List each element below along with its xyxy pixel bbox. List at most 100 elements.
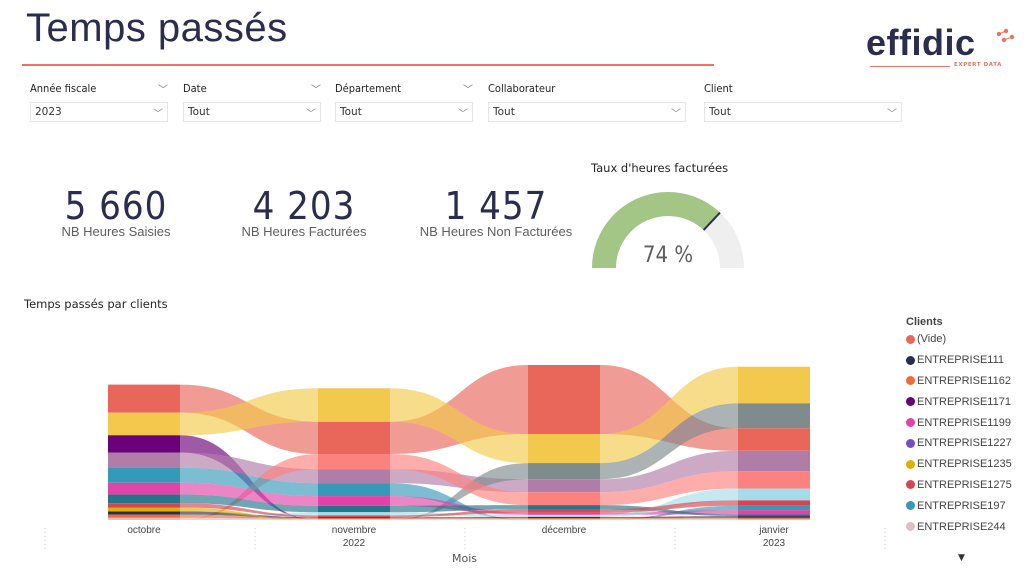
bar-segment[interactable] — [528, 514, 600, 517]
ribbon-1-2[interactable] — [390, 519, 528, 520]
kpi-value: 1 457 — [444, 184, 548, 228]
bar-segment[interactable] — [738, 471, 810, 489]
legend-item[interactable]: ENTREPRISE1275 — [906, 475, 1012, 496]
kpi-value: 5 660 — [64, 184, 168, 228]
bar-segment[interactable] — [528, 516, 600, 519]
bar-segment[interactable] — [738, 505, 810, 511]
bar-segment[interactable] — [318, 496, 390, 506]
legend-label: ENTREPRISE1199 — [917, 416, 1011, 429]
logo-underline — [870, 66, 950, 67]
bar-segment[interactable] — [318, 483, 390, 497]
bar-segment[interactable] — [108, 412, 180, 436]
bar-segment[interactable] — [738, 517, 810, 519]
effidic-logo: effidic EXPERT DATA — [866, 22, 1024, 72]
chevron-down-icon: ﹀ — [458, 108, 468, 120]
chart-legend: Clients (Vide) ENTREPRISE111 ENTREPRISE116… — [906, 316, 1012, 537]
bar-segment[interactable] — [108, 482, 180, 495]
bar-segment[interactable] — [318, 388, 390, 422]
chevron-down-icon[interactable]: ﹀ — [158, 81, 168, 96]
bar-segment[interactable] — [318, 505, 390, 513]
legend-item[interactable]: ENTREPRISE1227 — [906, 433, 1012, 454]
bar-segment[interactable] — [528, 433, 600, 464]
bar-segment[interactable] — [528, 519, 600, 520]
slicer-label: Date — [183, 81, 207, 95]
legend-item[interactable]: ENTREPRISE1171 — [906, 391, 1012, 412]
ribbon-2-3[interactable] — [600, 516, 738, 519]
legend-item[interactable]: ENTREPRISE244 — [906, 516, 1012, 537]
bar-segment[interactable] — [738, 366, 810, 404]
slicer-dropdown[interactable]: Tout ﹀ — [704, 102, 902, 122]
bar-segment[interactable] — [108, 503, 180, 508]
bar-segment[interactable] — [108, 514, 180, 518]
bar-segment[interactable] — [528, 512, 600, 515]
bar-segment[interactable] — [528, 518, 600, 520]
bar-segment[interactable] — [738, 516, 810, 518]
bar-segment[interactable] — [528, 492, 600, 506]
bar-segment[interactable] — [318, 515, 390, 518]
legend-item[interactable]: ENTREPRISE1199 — [906, 412, 1012, 433]
x-tick-year-label: 2023 — [763, 538, 786, 549]
gauge-title: Taux d'heures facturées — [591, 161, 729, 175]
bar-segment[interactable] — [738, 500, 810, 506]
legend-dot-icon — [906, 355, 915, 365]
logo-subtitle: EXPERT DATA — [954, 62, 1003, 68]
title-divider — [22, 64, 714, 66]
slicer-value: Tout — [188, 106, 210, 118]
slicer-value: Tout — [493, 106, 515, 118]
bar-segment[interactable] — [108, 517, 180, 520]
logo-text: effidic — [866, 22, 976, 63]
bar-segment[interactable] — [318, 469, 390, 484]
bar-segment[interactable] — [738, 488, 810, 501]
bar-segment[interactable] — [738, 518, 810, 520]
x-tick-label: novembre — [332, 525, 377, 536]
bar-segment[interactable] — [318, 512, 390, 516]
bar-segment[interactable] — [738, 514, 810, 517]
bar-segment[interactable] — [738, 403, 810, 429]
bar-segment[interactable] — [108, 452, 180, 468]
bar-segment[interactable] — [108, 494, 180, 504]
bar-segment[interactable] — [318, 421, 390, 455]
legend-item[interactable]: (Vide) — [906, 329, 1012, 350]
bar-segment[interactable] — [738, 450, 810, 472]
bar-segment[interactable] — [738, 510, 810, 515]
legend-item[interactable]: ENTREPRISE197 — [906, 495, 1012, 516]
bar-segment[interactable] — [528, 365, 600, 434]
bar-segment[interactable] — [108, 467, 180, 483]
legend-label: ENTREPRISE1227 — [917, 437, 1012, 450]
legend-item[interactable]: ENTREPRISE111 — [906, 350, 1012, 371]
legend-dot-icon — [906, 397, 915, 407]
chevron-down-icon[interactable]: ﹀ — [463, 81, 473, 96]
bar-segment[interactable] — [738, 428, 810, 451]
chart-title: Temps passés par clients — [24, 297, 168, 311]
bar-segment[interactable] — [108, 384, 180, 413]
bar-segment[interactable] — [318, 518, 390, 520]
legend-dot-icon — [906, 522, 915, 532]
bar-segment[interactable] — [528, 463, 600, 480]
bar-segment[interactable] — [108, 435, 180, 453]
slicer-label: Département — [335, 81, 401, 95]
legend-scroll-down-icon[interactable]: ▼ — [958, 553, 965, 563]
gauge-chart: 74 % — [592, 192, 744, 269]
x-tick-label: janvier — [758, 525, 789, 536]
kpi-label: NB Heures Saisies — [61, 224, 171, 239]
slicer-dropdown[interactable]: Tout ﹀ — [488, 102, 686, 122]
slicer-dropdown[interactable]: Tout ﹀ — [335, 102, 473, 122]
bar-segment[interactable] — [528, 479, 600, 493]
bar-segment[interactable] — [318, 517, 390, 519]
slicer-value: Tout — [340, 106, 362, 118]
bar-segment[interactable] — [318, 454, 390, 470]
ribbon-chart: octobre novembre 2022 décembre janvier 2023 — [44, 365, 886, 550]
chevron-down-icon[interactable]: ﹀ — [311, 81, 321, 96]
chevron-down-icon: ﹀ — [671, 108, 681, 120]
slicer-dropdown[interactable]: 2023 ﹀ — [30, 102, 168, 122]
bar-segment[interactable] — [528, 505, 600, 510]
slicer-value: 2023 — [35, 106, 62, 118]
legend-label: ENTREPRISE244 — [917, 520, 1006, 533]
bar-segment[interactable] — [108, 511, 180, 515]
bar-segment[interactable] — [528, 509, 600, 513]
bar-segment[interactable] — [108, 507, 180, 512]
bar-segment[interactable] — [318, 519, 390, 520]
legend-item[interactable]: ENTREPRISE1235 — [906, 454, 1012, 475]
legend-item[interactable]: ENTREPRISE1162 — [906, 371, 1012, 392]
slicer-dropdown[interactable]: Tout ﹀ — [183, 102, 321, 122]
